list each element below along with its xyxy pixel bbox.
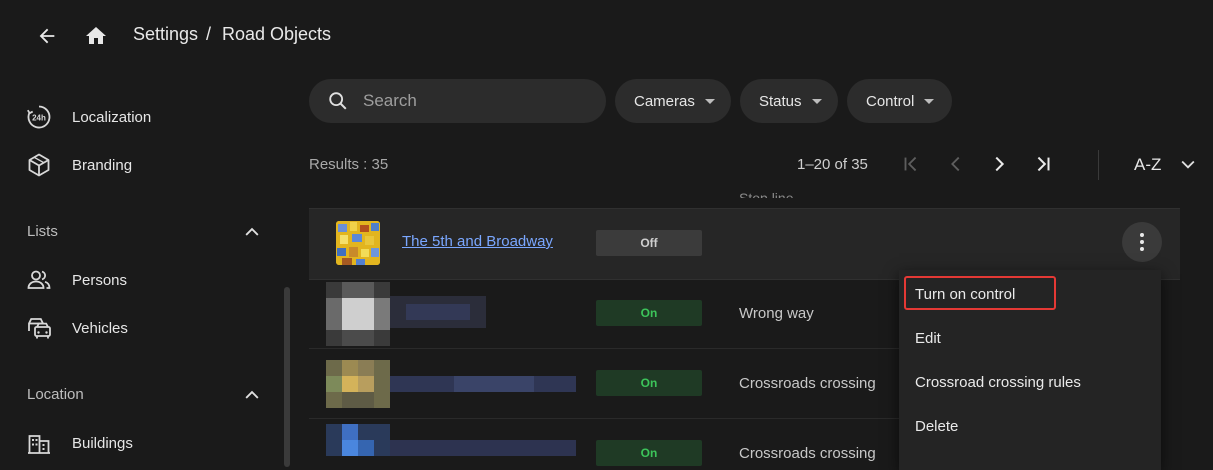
sidebar-item-vehicles[interactable]: Vehicles — [26, 312, 128, 344]
filter-label: Status — [759, 92, 802, 110]
pagination-range: 1–20 of 35 — [797, 156, 868, 173]
violation-type: Wrong way — [739, 305, 814, 322]
menu-item-edit[interactable]: Edit — [915, 330, 941, 347]
previous-page-icon[interactable] — [944, 151, 968, 177]
column-header-stop-line: Stop line — [739, 190, 794, 198]
sidebar-section-location: Location — [27, 386, 84, 403]
chevron-up-icon[interactable] — [240, 221, 264, 243]
camera-thumbnail-blurred — [326, 360, 390, 408]
search-input[interactable] — [361, 90, 585, 112]
camera-thumbnail-blurred — [326, 424, 390, 456]
filter-status[interactable]: Status — [740, 79, 838, 123]
sidebar-item-localization[interactable]: 24h Localization — [26, 101, 151, 133]
violation-type: Crossroads crossing — [739, 375, 876, 392]
more-vertical-icon — [1140, 233, 1144, 251]
name-blurred — [390, 376, 576, 392]
sidebar-item-persons[interactable]: Persons — [26, 264, 127, 296]
row-divider — [309, 348, 909, 349]
toolbar-divider — [1098, 150, 1099, 180]
caret-down-icon — [704, 98, 715, 104]
camera-thumbnail-blurred — [326, 282, 390, 346]
control-status-badge: On — [596, 440, 702, 466]
menu-item-crossroad-crossing-rules[interactable]: Crossroad crossing rules — [915, 374, 1081, 391]
search-icon — [327, 90, 349, 112]
back-arrow-icon[interactable] — [34, 23, 60, 49]
vehicles-icon — [26, 315, 52, 341]
sidebar-item-label: Localization — [72, 108, 152, 126]
filter-label: Cameras — [634, 92, 695, 110]
menu-item-turn-on-control[interactable]: Turn on control — [915, 286, 1015, 303]
sidebar-item-buildings[interactable]: Buildings — [26, 427, 133, 459]
caret-down-icon — [811, 98, 822, 104]
search-box[interactable] — [309, 79, 606, 123]
home-icon[interactable] — [83, 23, 109, 49]
sidebar-item-label: Buildings — [72, 434, 133, 452]
name-blurred — [390, 440, 576, 456]
buildings-icon — [26, 430, 52, 456]
control-status-badge: On — [596, 300, 702, 326]
breadcrumb-settings[interactable]: Settings — [133, 24, 198, 45]
name-blurred — [390, 296, 486, 328]
breadcrumb-separator: / — [206, 24, 212, 44]
sidebar-scrollbar[interactable] — [284, 287, 290, 467]
chevron-up-icon[interactable] — [240, 384, 264, 406]
camera-thumbnail — [336, 221, 380, 265]
control-status-badge: On — [596, 370, 702, 396]
svg-text:24h: 24h — [32, 114, 46, 123]
road-object-link[interactable]: The 5th and Broadway — [402, 233, 553, 250]
next-page-icon[interactable] — [987, 151, 1011, 177]
menu-item-delete[interactable]: Delete — [915, 418, 958, 435]
results-count: Results : 35 — [309, 156, 389, 173]
row-actions-menu: Turn on control Edit Crossroad crossing … — [899, 270, 1161, 470]
filter-label: Control — [866, 92, 915, 110]
last-page-icon[interactable] — [1031, 151, 1055, 177]
cube-icon — [26, 152, 52, 178]
caret-down-icon — [924, 98, 935, 104]
sidebar-section-lists: Lists — [27, 223, 58, 240]
sort-order[interactable]: A-Z — [1134, 155, 1161, 175]
violation-type: Crossroads crossing — [739, 445, 876, 462]
filter-cameras[interactable]: Cameras — [615, 79, 731, 123]
more-actions-button[interactable] — [1122, 222, 1162, 262]
breadcrumb-current: Road Objects — [222, 24, 332, 44]
sidebar-item-label: Persons — [72, 271, 128, 289]
sidebar-item-branding[interactable]: Branding — [26, 149, 132, 181]
persons-icon — [26, 267, 52, 293]
first-page-icon[interactable] — [899, 151, 923, 177]
clock-24h-icon: 24h — [26, 104, 52, 130]
control-status-badge: Off — [596, 230, 702, 256]
sidebar-item-label: Branding — [72, 156, 133, 174]
sidebar-item-label: Vehicles — [72, 319, 128, 337]
row-divider — [309, 418, 909, 419]
chevron-down-icon[interactable] — [1176, 152, 1200, 176]
filter-control[interactable]: Control — [847, 79, 952, 123]
